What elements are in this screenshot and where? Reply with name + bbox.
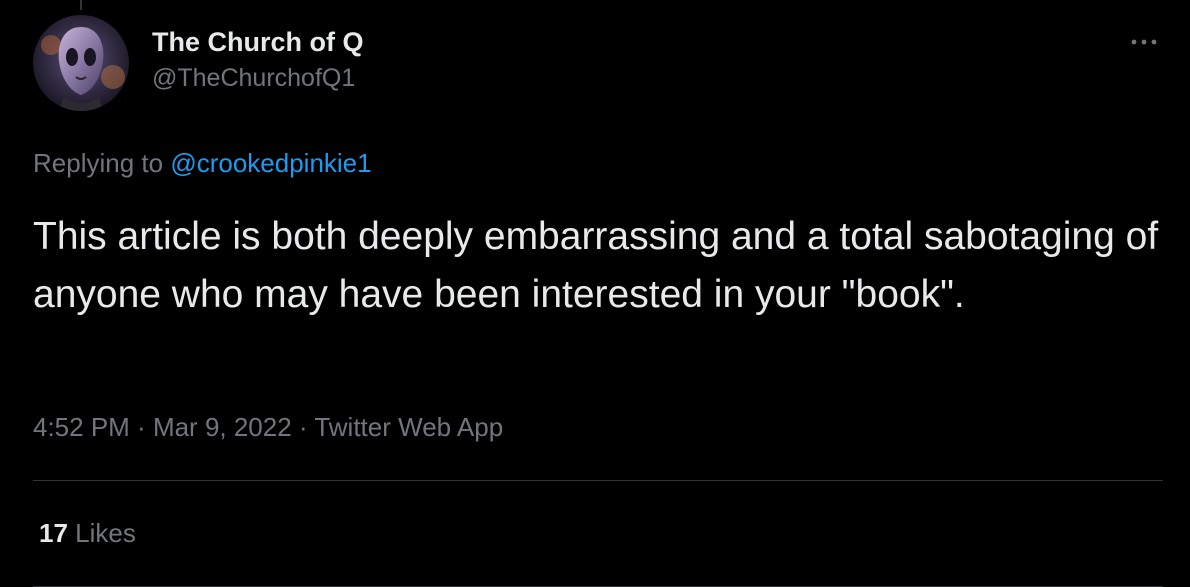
tweet-time[interactable]: 4:52 PM <box>33 412 130 442</box>
meta-separator: · <box>291 412 315 442</box>
tweet-metadata: 4:52 PM · Mar 9, 2022 · Twitter Web App <box>33 410 503 444</box>
likes-count: 17 <box>39 518 68 548</box>
reply-mention-link[interactable]: @crookedpinkie1 <box>170 148 371 178</box>
replying-to: Replying to @crookedpinkie1 <box>33 146 372 180</box>
alien-portrait-icon <box>33 15 129 111</box>
likes-label: Likes <box>67 518 136 548</box>
more-horizontal-icon[interactable] <box>1126 30 1162 54</box>
tweet-date[interactable]: Mar 9, 2022 <box>153 412 292 442</box>
author-handle[interactable]: @TheChurchofQ1 <box>152 62 364 94</box>
thread-connector-line <box>80 0 82 10</box>
tweet-text: This article is both deeply embarrassing… <box>33 215 1159 316</box>
meta-separator: · <box>129 412 153 442</box>
likes-stat[interactable]: 17 Likes <box>39 516 136 550</box>
tweet-source[interactable]: Twitter Web App <box>314 412 503 442</box>
avatar[interactable] <box>33 15 129 111</box>
author-display-name[interactable]: The Church of Q <box>152 26 364 58</box>
replying-to-label: Replying to <box>33 148 171 178</box>
divider <box>33 480 1163 481</box>
tweet-author: The Church of Q @TheChurchofQ1 <box>152 26 364 94</box>
